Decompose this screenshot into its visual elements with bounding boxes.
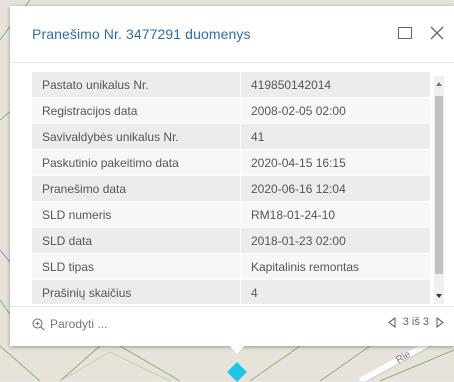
caret-down-icon <box>436 294 442 298</box>
close-button[interactable] <box>426 22 448 44</box>
scroll-thumb[interactable] <box>435 96 443 274</box>
next-button[interactable] <box>436 316 444 328</box>
attributes-panel[interactable]: Pastato unikalus Nr. 419850142014 Registra… <box>32 72 450 304</box>
previous-button[interactable] <box>387 316 396 328</box>
zoom-to-button[interactable]: Parodyti ... <box>32 317 107 331</box>
popup-pointer <box>228 344 246 354</box>
triangle-left-icon <box>387 316 396 328</box>
attribute-key: SLD tipas <box>32 253 241 280</box>
attributes-table: Pastato unikalus Nr. 419850142014 Registra… <box>32 72 430 304</box>
attribute-key: SLD numeris <box>32 201 241 228</box>
attribute-key: Pranešimo data <box>32 175 241 202</box>
popup-footer: Parodyti ... 3 iš 3 <box>10 306 454 347</box>
attribute-row: Registracijos data 2008-02-05 02:00 <box>32 97 430 124</box>
attribute-key: Pastato unikalus Nr. <box>32 72 241 98</box>
attribute-value: 419850142014 <box>240 72 430 98</box>
attribute-row: Paskutinio pakeitimo data 2020-04-15 16:1… <box>32 149 430 176</box>
attribute-value: Kapitalinis remontas <box>240 253 430 280</box>
attribute-key: Savivaldybės unikalus Nr. <box>32 123 241 150</box>
attribute-key: Registracijos data <box>32 97 241 124</box>
attribute-value: 41 <box>240 123 430 150</box>
maximize-icon <box>398 27 412 39</box>
info-popup: Pranešimo Nr. 3477291 duomenys Pastato u… <box>10 6 454 346</box>
attribute-row: Savivaldybės unikalus Nr. 41 <box>32 123 430 150</box>
maximize-button[interactable] <box>394 22 416 44</box>
attribute-key: Prašinių skaičius <box>32 279 241 304</box>
attribute-row: SLD numeris RM18-01-24-10 <box>32 201 430 228</box>
feature-pager: 3 iš 3 <box>387 316 444 328</box>
attribute-row: Pranešimo data 2020-06-16 12:04 <box>32 175 430 202</box>
attribute-value: 4 <box>240 279 430 304</box>
attribute-value: 2008-02-05 02:00 <box>240 97 430 124</box>
attribute-key: SLD data <box>32 227 241 254</box>
pager-label: 3 iš 3 <box>402 316 429 328</box>
close-icon <box>430 26 444 40</box>
triangle-right-icon <box>436 316 444 328</box>
zoom-label: Parodyti ... <box>50 317 108 331</box>
attribute-key: Paskutinio pakeitimo data <box>32 149 241 176</box>
attribute-row: Prašinių skaičius 4 <box>32 279 430 304</box>
scroll-up-button[interactable] <box>434 76 444 92</box>
attribute-value: 2020-04-15 16:15 <box>240 149 430 176</box>
attribute-value: 2020-06-16 12:04 <box>240 175 430 202</box>
popup-header: Pranešimo Nr. 3477291 duomenys <box>10 6 454 63</box>
attribute-row: SLD tipas Kapitalinis remontas <box>32 253 430 280</box>
scroll-down-button[interactable] <box>434 288 444 304</box>
scrollbar[interactable] <box>434 76 444 304</box>
attribute-row: Pastato unikalus Nr. 419850142014 <box>32 72 430 98</box>
caret-up-icon <box>436 82 442 86</box>
attribute-row: SLD data 2018-01-23 02:00 <box>32 227 430 254</box>
attribute-value: RM18-01-24-10 <box>240 201 430 228</box>
popup-title: Pranešimo Nr. 3477291 duomenys <box>32 26 251 42</box>
attribute-value: 2018-01-23 02:00 <box>240 227 430 254</box>
zoom-in-icon <box>32 317 45 331</box>
